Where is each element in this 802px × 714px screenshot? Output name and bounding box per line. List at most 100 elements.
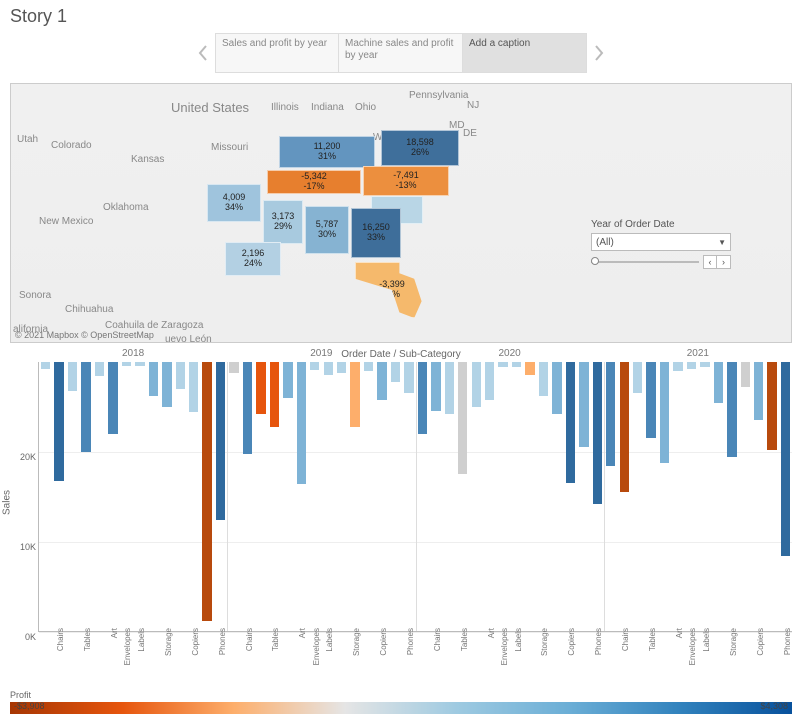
bar[interactable] <box>256 362 265 414</box>
bar[interactable] <box>633 362 642 393</box>
bar[interactable] <box>593 362 602 504</box>
bar[interactable] <box>673 362 682 371</box>
bar[interactable] <box>485 362 494 400</box>
bar[interactable] <box>324 362 333 375</box>
bar[interactable] <box>337 362 346 373</box>
state-arkansas[interactable]: 4,00934% <box>207 184 261 222</box>
bar-slot: Phones <box>402 362 415 631</box>
bar-category-label: Tables <box>648 628 657 651</box>
bar[interactable] <box>95 362 104 376</box>
bar[interactable] <box>646 362 655 438</box>
bar[interactable] <box>700 362 709 367</box>
bar[interactable] <box>714 362 723 403</box>
map-bg-label: DE <box>463 128 477 139</box>
year-filter-title: Year of Order Date <box>591 219 731 230</box>
bar-slot: Tables <box>79 362 92 631</box>
bar[interactable] <box>418 362 427 434</box>
state-virginia[interactable]: 18,59826% <box>381 130 459 166</box>
bar[interactable] <box>767 362 776 450</box>
bar[interactable] <box>297 362 306 484</box>
year-filter-prev-button[interactable]: ‹ <box>703 255 717 269</box>
map-bg-label: Chihuahua <box>65 304 113 315</box>
bar[interactable] <box>391 362 400 382</box>
state-florida[interactable]: -3,399-4% <box>355 262 429 318</box>
caption-tab-0[interactable]: Sales and profit by year <box>215 33 339 73</box>
bar-category-label: Art <box>487 628 496 638</box>
bar-slot: Copiers <box>187 362 200 631</box>
bar[interactable] <box>162 362 171 407</box>
bar-category-label: Art <box>675 628 684 638</box>
state-tennessee[interactable]: -5,342-17% <box>267 170 361 194</box>
bar[interactable] <box>310 362 319 370</box>
map-bg-label: Ohio <box>355 102 376 113</box>
bar-slot: Chairs <box>52 362 65 631</box>
bar-category-label: Storage <box>729 628 738 656</box>
legend-gradient: -$3,908 $4,308 <box>10 702 792 714</box>
bar[interactable] <box>243 362 252 454</box>
bar[interactable] <box>216 362 225 520</box>
bar[interactable] <box>687 362 696 369</box>
bar[interactable] <box>539 362 548 396</box>
bar[interactable] <box>135 362 144 366</box>
next-caption-button[interactable] <box>587 44 611 62</box>
bar[interactable] <box>754 362 763 420</box>
bar-slot: Labels <box>510 362 523 631</box>
bar[interactable] <box>620 362 629 492</box>
bar[interactable] <box>68 362 77 391</box>
bar[interactable] <box>445 362 454 414</box>
bar[interactable] <box>552 362 561 414</box>
bar[interactable] <box>189 362 198 412</box>
bar[interactable] <box>579 362 588 447</box>
year-filter: Year of Order Date (All) ▼ ‹ › <box>591 219 731 269</box>
bar[interactable] <box>566 362 575 483</box>
caption-tab-2[interactable]: Add a caption <box>463 33 587 73</box>
y-axis: Sales 0K10K20K <box>10 362 38 632</box>
bar[interactable] <box>270 362 279 427</box>
legend-title: Profit <box>10 690 792 700</box>
state-louisiana[interactable]: 2,19624% <box>225 242 281 276</box>
bar[interactable] <box>431 362 440 411</box>
state-alabama[interactable]: 5,78730% <box>305 206 349 254</box>
bar[interactable] <box>176 362 185 389</box>
bar[interactable] <box>108 362 117 434</box>
bar[interactable] <box>81 362 90 452</box>
year-filter-slider[interactable] <box>591 261 699 263</box>
caption-tab-1[interactable]: Machine sales and profit by year <box>339 33 463 73</box>
bar[interactable] <box>741 362 750 387</box>
bar-category-label: Envelopes <box>312 628 321 665</box>
prev-caption-button[interactable] <box>191 44 215 62</box>
bar[interactable] <box>606 362 615 466</box>
year-filter-next-button[interactable]: › <box>717 255 731 269</box>
bar[interactable] <box>525 362 534 375</box>
year-header: 2018 <box>39 348 227 359</box>
bar[interactable] <box>350 362 359 427</box>
state-north-carolina[interactable]: -7,491-13% <box>363 166 449 196</box>
bar[interactable] <box>202 362 211 621</box>
bar[interactable] <box>41 362 50 369</box>
bar[interactable] <box>781 362 790 556</box>
bar[interactable] <box>364 362 373 371</box>
year-header: 2019 <box>227 348 415 359</box>
state-kentucky[interactable]: 11,20031% <box>279 136 375 168</box>
bar-slot <box>470 362 483 631</box>
bar[interactable] <box>404 362 413 393</box>
bar[interactable] <box>229 362 238 373</box>
state-georgia[interactable]: 16,25033% <box>351 208 401 258</box>
bar[interactable] <box>283 362 292 398</box>
bar[interactable] <box>512 362 521 367</box>
bar[interactable] <box>472 362 481 407</box>
bar[interactable] <box>727 362 736 457</box>
state-mississippi[interactable]: 3,17329% <box>263 200 303 244</box>
bar[interactable] <box>122 362 131 366</box>
map-panel[interactable]: United StatesUtahColoradoKansasMissouriI… <box>10 83 792 343</box>
bar[interactable] <box>498 362 507 367</box>
bar[interactable] <box>660 362 669 463</box>
bar[interactable] <box>54 362 63 481</box>
year-filter-select[interactable]: (All) ▼ <box>591 233 731 251</box>
chart-plot-area[interactable]: 2018201920202021 ChairsTablesArtEnvelope… <box>38 362 792 632</box>
bar[interactable] <box>149 362 158 396</box>
bar[interactable] <box>458 362 467 474</box>
bar-category-label: Tables <box>83 628 92 651</box>
bar[interactable] <box>377 362 386 400</box>
bar-slot: Storage <box>160 362 173 631</box>
